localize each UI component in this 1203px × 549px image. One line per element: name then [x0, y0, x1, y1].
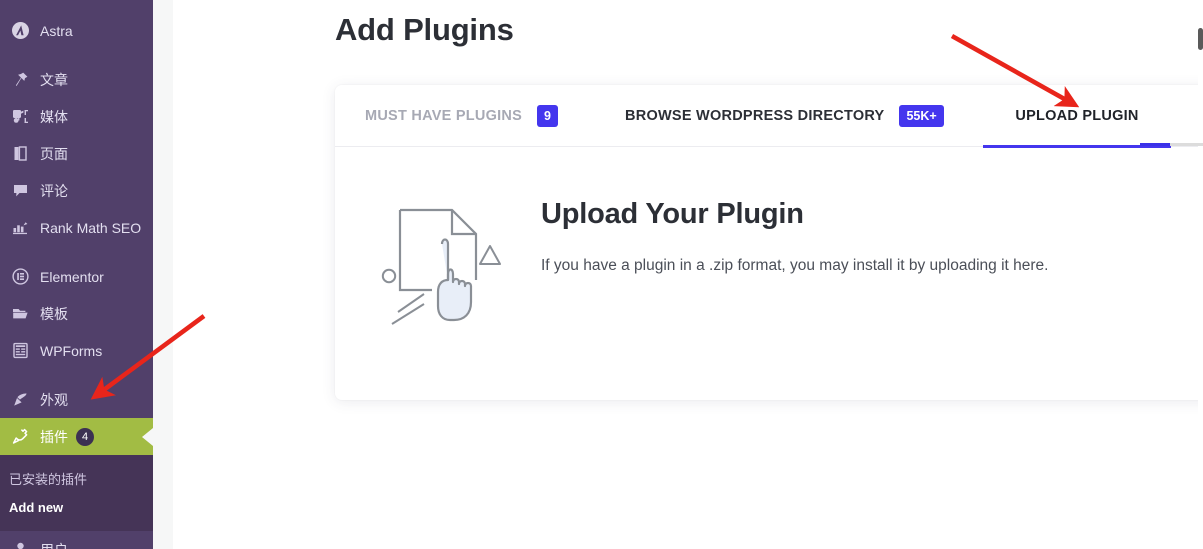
upload-document-hand-icon — [380, 194, 505, 326]
media-icon — [9, 107, 31, 127]
rank-math-icon — [9, 218, 31, 238]
sidebar-item-label: 媒体 — [40, 108, 68, 125]
sidebar-item-label: Rank Math SEO — [40, 219, 142, 236]
sidebar-item-rank-math-seo[interactable]: Rank Math SEO — [0, 209, 153, 246]
plugins-update-count-badge: 4 — [76, 427, 94, 446]
sidebar-item-label: 插件 — [40, 428, 68, 445]
sidebar-item-label: 用户 — [40, 543, 68, 549]
astra-logo-icon — [9, 21, 31, 41]
tab-label: BROWSE WORDPRESS DIRECTORY — [625, 107, 885, 124]
appearance-icon — [9, 390, 31, 410]
tab-browse-wordpress-directory[interactable]: BROWSE WORDPRESS DIRECTORY 55K+ — [625, 85, 944, 147]
sidebar-item-label: 外观 — [40, 391, 68, 408]
tab-upload-plugin[interactable]: UPLOAD PLUGIN — [983, 85, 1171, 148]
main-content: Add Plugins MUST HAVE PLUGINS 9 BROWSE W… — [173, 0, 1203, 549]
sidebar-item-label: Elementor — [40, 268, 104, 285]
sidebar-item-label: 文章 — [40, 71, 68, 88]
sidebar-item-label: Astra — [40, 22, 73, 39]
progress-bar-fill — [1140, 143, 1170, 146]
admin-sidebar: Astra 文章 媒体 页面 评论 Rank Math SEO Elemento… — [0, 0, 153, 549]
sidebar-gutter — [153, 0, 173, 549]
upload-plugin-description: If you have a plugin in a .zip format, y… — [541, 257, 1049, 274]
sidebar-item-pages[interactable]: 页面 — [0, 135, 153, 172]
add-plugins-card: MUST HAVE PLUGINS 9 BROWSE WORDPRESS DIR… — [335, 85, 1203, 400]
submenu-item-installed-plugins[interactable]: 已安装的插件 — [0, 463, 153, 494]
progress-bar — [1140, 143, 1203, 146]
tab-must-have-plugins[interactable]: MUST HAVE PLUGINS 9 — [365, 85, 558, 147]
templates-icon — [9, 304, 31, 324]
sidebar-group-spacer-3 — [0, 369, 153, 381]
plugin-tabs: MUST HAVE PLUGINS 9 BROWSE WORDPRESS DIR… — [335, 85, 1203, 148]
sidebar-item-users[interactable]: 用户 — [0, 531, 153, 549]
scrollbar-thumb[interactable] — [1198, 28, 1203, 50]
sidebar-item-elementor[interactable]: Elementor — [0, 258, 153, 295]
wpforms-icon — [9, 341, 31, 361]
sidebar-item-appearance[interactable]: 外观 — [0, 381, 153, 418]
sidebar-item-astra[interactable]: Astra — [0, 12, 153, 49]
sidebar-item-comments[interactable]: 评论 — [0, 172, 153, 209]
active-item-pointer — [131, 418, 153, 455]
upload-plugin-text-block: Upload Your Plugin If you have a plugin … — [541, 198, 1048, 275]
tab-badge-count: 9 — [537, 104, 558, 127]
sidebar-item-plugins[interactable]: 插件 4 — [0, 418, 153, 455]
tab-badge-count: 55K+ — [899, 104, 944, 127]
submenu-item-add-new[interactable]: Add new — [0, 494, 153, 521]
sidebar-item-label: WPForms — [40, 342, 103, 359]
users-icon — [9, 540, 31, 549]
sidebar-item-wpforms[interactable]: WPForms — [0, 332, 153, 369]
pin-icon — [9, 70, 31, 90]
tab-label: MUST HAVE PLUGINS — [365, 107, 523, 124]
tab-label: UPLOAD PLUGIN — [1015, 107, 1139, 124]
sidebar-item-posts[interactable]: 文章 — [0, 61, 153, 98]
sidebar-group-spacer-2 — [0, 246, 153, 258]
sidebar-item-templates[interactable]: 模板 — [0, 295, 153, 332]
elementor-icon — [9, 267, 31, 287]
sidebar-top-spacer — [0, 0, 153, 12]
plugins-submenu: 已安装的插件 Add new — [0, 455, 153, 531]
upload-plugin-panel: Upload Your Plugin If you have a plugin … — [335, 148, 1203, 400]
plugins-icon — [9, 427, 31, 447]
sidebar-item-label: 页面 — [40, 145, 68, 162]
upload-plugin-title: Upload Your Plugin — [541, 198, 804, 230]
pages-icon — [9, 144, 31, 164]
page-scrollbar[interactable] — [1198, 0, 1203, 549]
sidebar-item-media[interactable]: 媒体 — [0, 98, 153, 135]
sidebar-item-label: 评论 — [40, 182, 68, 199]
sidebar-group-spacer-1 — [0, 49, 153, 61]
comments-icon — [9, 181, 31, 201]
sidebar-item-label: 模板 — [40, 305, 68, 322]
page-title: Add Plugins — [335, 12, 514, 47]
screen-root: Astra 文章 媒体 页面 评论 Rank Math SEO Elemento… — [0, 0, 1203, 549]
